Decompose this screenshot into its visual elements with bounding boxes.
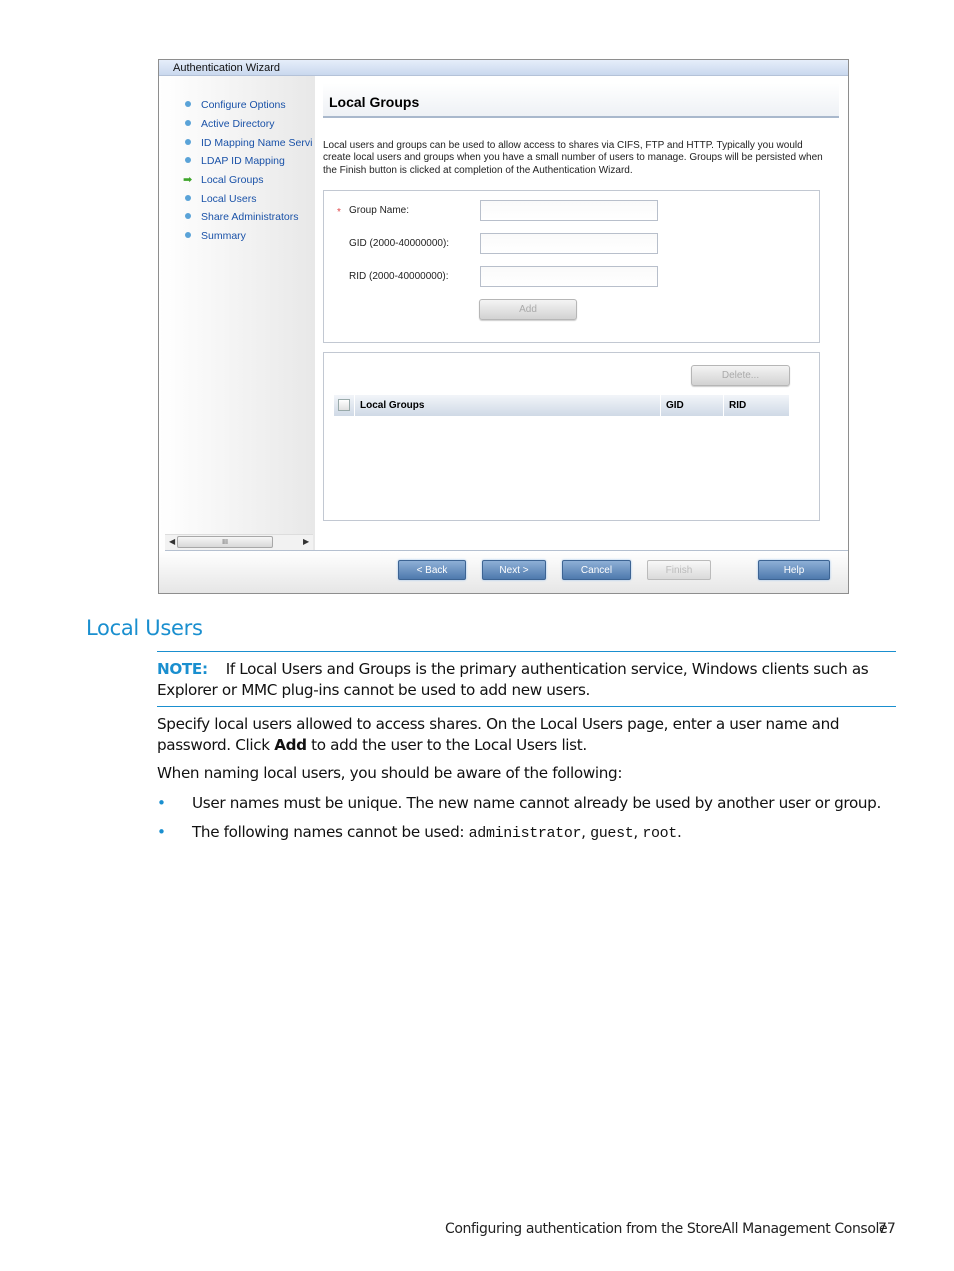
wizard-screenshot: Authentication Wizard Configure Options … — [158, 59, 849, 594]
nav-item-ldap-id-mapping[interactable]: LDAP ID Mapping — [185, 154, 285, 168]
column-header-gid[interactable]: GID — [666, 395, 684, 416]
current-step-arrow-icon: ➡ — [183, 174, 193, 186]
nav-item-local-users[interactable]: Local Users — [185, 192, 256, 206]
bullet-icon: • — [157, 823, 166, 841]
scrollbar-thumb[interactable]: III — [177, 536, 273, 548]
column-header-rid[interactable]: RID — [729, 395, 746, 416]
wizard-nav: Configure Options Active Directory ID Ma… — [159, 76, 315, 550]
note-block: NOTE: If Local Users and Groups is the pr… — [157, 659, 902, 701]
delete-button[interactable]: Delete... — [691, 365, 790, 386]
local-groups-list: Delete... Local Groups GID RID — [323, 352, 820, 521]
gid-label: GID (2000-40000000): — [349, 238, 450, 249]
back-button[interactable]: < Back — [398, 560, 466, 580]
section-heading: Local Users — [86, 616, 203, 640]
bullet-dot-icon — [185, 120, 191, 126]
reserved-name: administrator — [468, 825, 582, 842]
finish-button[interactable]: Finish — [647, 560, 711, 580]
note-bottom-rule — [157, 706, 896, 707]
bullet-dot-icon — [185, 139, 191, 145]
next-button[interactable]: Next > — [482, 560, 546, 580]
scroll-right-arrow-icon[interactable]: ▶ — [303, 537, 309, 546]
paragraph-intro: Specify local users allowed to access sh… — [157, 715, 840, 754]
required-asterisk-icon: * — [337, 207, 341, 218]
group-name-label: Group Name: — [349, 205, 410, 216]
bullet-dot-icon — [185, 232, 191, 238]
nav-item-configure-options[interactable]: Configure Options — [185, 98, 286, 112]
page-footer-text: Configuring authentication from the Stor… — [445, 1221, 888, 1237]
note-label: NOTE: — [157, 660, 208, 678]
paragraph-naming: When naming local users, you should be a… — [157, 764, 623, 782]
wizard-button-bar: < Back Next > Cancel Finish Help — [159, 551, 848, 593]
group-name-input[interactable] — [480, 200, 658, 221]
note-top-rule — [157, 651, 896, 652]
nav-horizontal-scrollbar[interactable]: ◀ III ▶ — [165, 534, 313, 550]
add-button[interactable]: Add — [479, 299, 577, 320]
scroll-left-arrow-icon[interactable]: ◀ — [169, 537, 175, 546]
page-description: Local users and groups can be used to al… — [323, 140, 823, 176]
bullet-dot-icon — [185, 157, 191, 163]
rid-label: RID (2000-40000000): — [349, 271, 449, 282]
nav-item-id-mapping[interactable]: ID Mapping Name Servi — [185, 136, 312, 150]
bullet-dot-icon — [185, 213, 191, 219]
nav-item-share-administrators[interactable]: Share Administrators — [185, 210, 298, 224]
reserved-name: root — [642, 825, 677, 842]
bullet-icon: • — [157, 794, 166, 812]
add-group-form: * Group Name: GID (2000-40000000): RID (… — [323, 190, 820, 343]
table-header: Local Groups GID RID — [334, 395, 789, 416]
nav-item-local-groups[interactable]: ➡ Local Groups — [183, 173, 263, 187]
gid-input[interactable] — [480, 233, 658, 254]
nav-item-summary[interactable]: Summary — [185, 229, 246, 243]
add-emphasis: Add — [274, 736, 307, 754]
reserved-name: guest — [590, 825, 634, 842]
select-all-checkbox[interactable] — [338, 399, 350, 411]
content-header: Local Groups — [323, 83, 839, 118]
wizard-title-bar: Authentication Wizard — [159, 60, 848, 76]
cancel-button[interactable]: Cancel — [562, 560, 631, 580]
page-title: Local Groups — [329, 94, 420, 110]
column-header-local-groups[interactable]: Local Groups — [360, 395, 424, 416]
rid-input[interactable] — [480, 266, 658, 287]
bullet-dot-icon — [185, 101, 191, 107]
help-button[interactable]: Help — [758, 560, 830, 580]
nav-item-active-directory[interactable]: Active Directory — [185, 117, 275, 131]
page-number: 77 — [878, 1221, 896, 1237]
bullet-dot-icon — [185, 195, 191, 201]
note-text: If Local Users and Groups is the primary… — [157, 660, 869, 699]
